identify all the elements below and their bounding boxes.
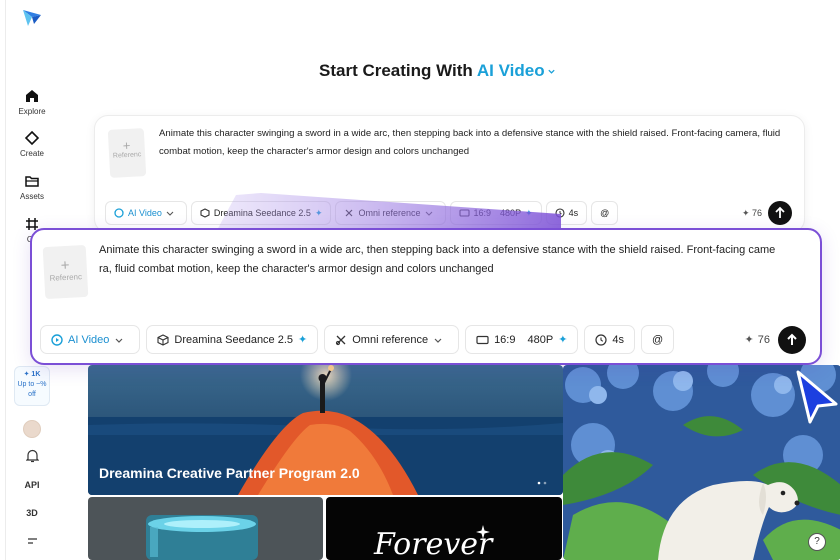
video-mode-icon (51, 333, 63, 346)
app-window: Explore Create Assets Ca ✦ 1K Up to ~% o… (5, 0, 840, 560)
reference-mode-label: Omni reference (352, 333, 429, 346)
cube-icon (157, 333, 169, 346)
help-button[interactable]: ? (808, 533, 826, 551)
clock-icon (595, 333, 608, 346)
help-label: ? (814, 536, 820, 547)
sidebar-item-3d[interactable]: 3D (6, 508, 58, 518)
mouse-cursor-icon (796, 370, 838, 424)
aspect-ratio-icon (476, 335, 489, 344)
ratio-label: 16:9 (494, 333, 516, 346)
mention-button[interactable]: @ (641, 325, 675, 354)
banner-title: Dreamina Creative Partner Program 2.0 (99, 465, 360, 481)
reference-label: Referenc (49, 272, 83, 283)
bell-icon[interactable] (26, 449, 39, 463)
mention-label: @ (652, 333, 664, 346)
gallery-tile-water-glass[interactable] (88, 497, 323, 560)
model-selector[interactable]: Dreamina Seedance 2.5 ✦ (146, 325, 319, 354)
prompt-text-line-2: ra, fluid combat motion, keep the charac… (99, 263, 494, 275)
duration-label: 4s (612, 333, 625, 346)
sparkle-icon: ✦ (558, 334, 568, 346)
menu-icon[interactable] (27, 536, 38, 546)
reference-mode-dropdown[interactable]: Omni reference (324, 325, 460, 354)
arrow-up-icon (787, 333, 797, 345)
chevron-down-icon (434, 338, 442, 343)
carousel-dots[interactable] (537, 481, 551, 485)
reference-upload[interactable]: + Referenc (42, 244, 89, 300)
omni-reference-icon (336, 335, 346, 345)
banner-creative-partner[interactable]: Dreamina Creative Partner Program 2.0 (88, 365, 563, 495)
sparkle-icon: ✦ (298, 334, 308, 346)
gallery-image (88, 497, 323, 560)
promo-line-1: ✦ 1K (23, 371, 41, 378)
avatar[interactable] (23, 420, 41, 438)
resolution-label: 480P (527, 333, 554, 346)
model-label: Dreamina Seedance 2.5 (174, 333, 294, 346)
promo-line-3: off (28, 391, 36, 398)
prompt-card-zoomed: + Referenc Animate this character swingin… (30, 228, 822, 365)
prompt-text-line-1: Animate this character swinging a sword … (99, 244, 776, 256)
credits-value: 76 (757, 333, 770, 346)
sparkle-icon: ✦ (744, 334, 754, 346)
tile-text: Forever (374, 527, 493, 560)
duration-selector[interactable]: 4s (584, 325, 636, 354)
gallery-tile-forever[interactable]: Forever (326, 497, 562, 560)
promo-line-2: Up to ~% (17, 381, 47, 388)
credits-cost: ✦ 76 (744, 333, 770, 347)
mode-label: AI Video (68, 333, 110, 346)
sidebar-item-api[interactable]: API (6, 480, 58, 490)
send-button[interactable] (778, 326, 806, 354)
chevron-down-icon (115, 338, 123, 343)
prompt-input[interactable]: Animate this character swinging a sword … (99, 241, 811, 279)
mode-dropdown[interactable]: AI Video (40, 325, 141, 354)
promo-badge[interactable]: ✦ 1K Up to ~% off (14, 366, 50, 406)
prompt-toolbar: AI Video Dreamina Seedance 2.5 ✦ Omni re… (40, 325, 675, 354)
ratio-resolution-selector[interactable]: 16:9 480P ✦ (465, 325, 579, 354)
